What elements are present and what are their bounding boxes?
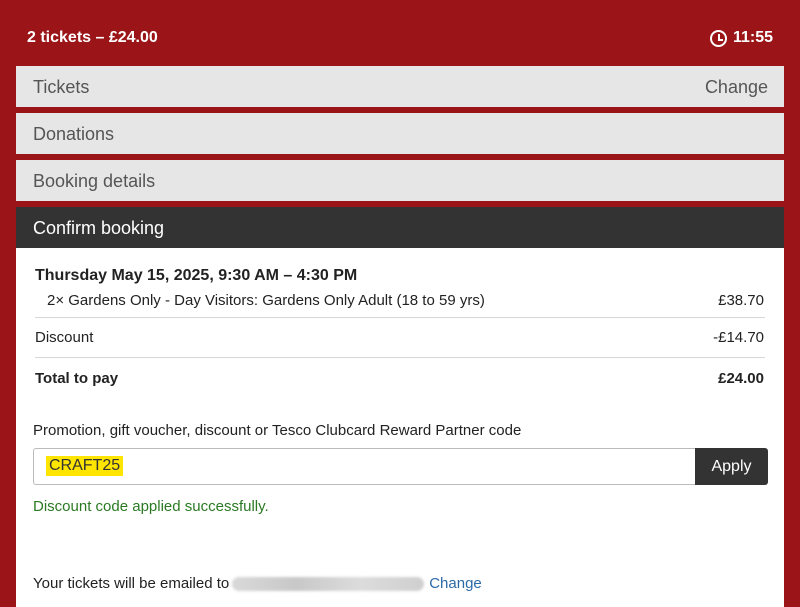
step-tickets: Tickets Change <box>16 66 784 107</box>
step-booking-details: Booking details <box>16 160 784 201</box>
apply-button[interactable]: Apply <box>695 448 768 485</box>
discount-value: -£14.70 <box>713 329 764 346</box>
redacted-email <box>232 576 425 591</box>
step-confirm-booking-label: Confirm booking <box>33 218 165 238</box>
divider <box>35 317 765 318</box>
session-timer: 11:55 <box>709 29 773 47</box>
email-change-link[interactable]: Change <box>429 575 482 592</box>
booking-date: Thursday May 15, 2025, 9:30 AM – 4:30 PM <box>35 267 358 284</box>
divider <box>35 357 765 358</box>
promo-code-label: Promotion, gift voucher, discount or Tes… <box>33 422 522 439</box>
clock-icon <box>709 29 727 47</box>
discount-label: Discount <box>35 329 94 346</box>
step-donations-label: Donations <box>33 124 115 144</box>
step-donations: Donations <box>16 113 784 154</box>
tickets-change-link[interactable]: Change <box>705 77 768 98</box>
email-notice-text: Your tickets will be emailed to <box>33 575 230 592</box>
line-item-description: 2× Gardens Only - Day Visitors: Gardens … <box>47 292 485 309</box>
step-confirm-booking: Confirm booking <box>16 207 784 248</box>
step-booking-details-label: Booking details <box>33 171 156 191</box>
promo-code-value: CRAFT25 <box>46 456 124 476</box>
total-label: Total to pay <box>35 370 119 387</box>
total-value: £24.00 <box>718 370 764 387</box>
line-item-price: £38.70 <box>718 292 764 309</box>
top-bar: 2 tickets – £24.00 11:55 <box>0 0 800 64</box>
confirm-panel: Thursday May 15, 2025, 9:30 AM – 4:30 PM… <box>16 248 784 607</box>
discount-success-message: Discount code applied successfully. <box>33 498 269 515</box>
basket-summary: 2 tickets – £24.00 <box>27 29 158 46</box>
step-tickets-label: Tickets <box>33 77 90 97</box>
timer-value: 11:55 <box>732 29 773 46</box>
email-notice: Your tickets will be emailed to Change <box>33 575 482 592</box>
promo-code-input[interactable]: CRAFT25 <box>33 448 695 485</box>
